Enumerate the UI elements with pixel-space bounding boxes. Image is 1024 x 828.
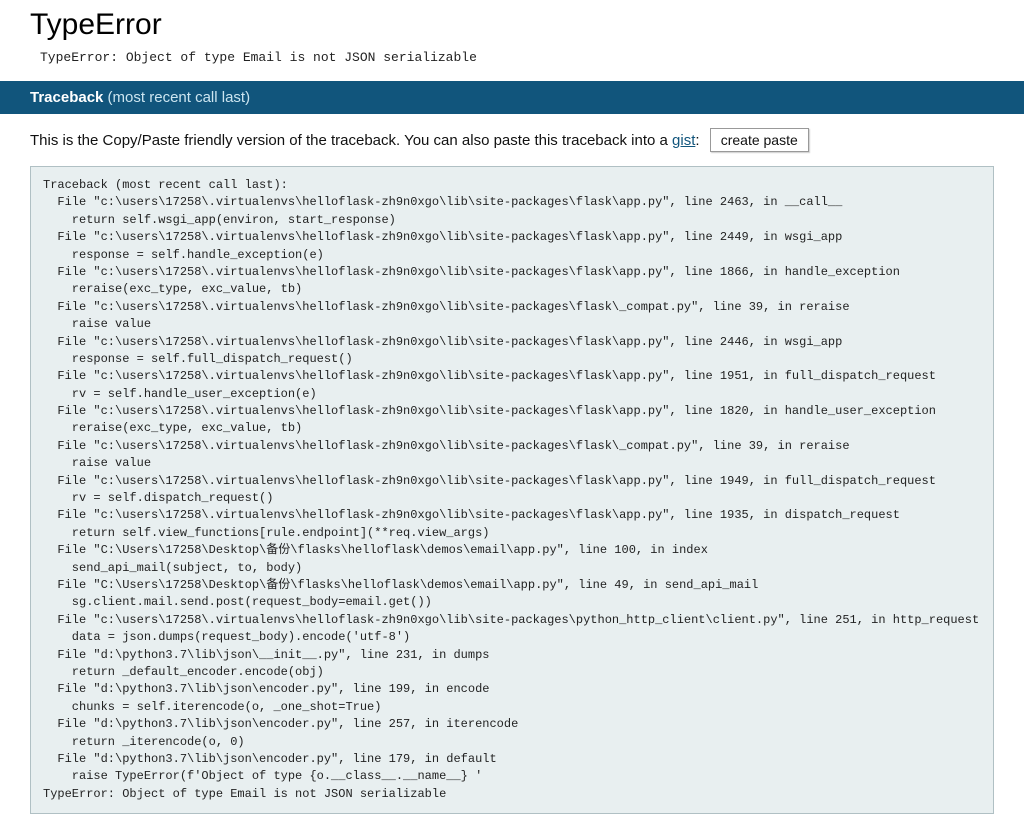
create-paste-button[interactable]: create paste [710,128,809,152]
description-suffix: : [695,132,699,149]
traceback-text[interactable]: Traceback (most recent call last): File … [30,166,994,814]
error-message: TypeError: Object of type Email is not J… [0,46,1024,81]
error-page: TypeError TypeError: Object of type Emai… [0,0,1024,828]
traceback-header-em: (most recent call last) [103,89,250,106]
description-prefix: This is the Copy/Paste friendly version … [30,132,672,149]
traceback-header: Traceback (most recent call last) [0,81,1024,114]
traceback-body: This is the Copy/Paste friendly version … [0,114,1024,828]
error-title: TypeError [0,0,1024,46]
gist-link[interactable]: gist [672,132,695,149]
traceback-description: This is the Copy/Paste friendly version … [30,128,994,152]
traceback-header-strong: Traceback [30,89,103,106]
